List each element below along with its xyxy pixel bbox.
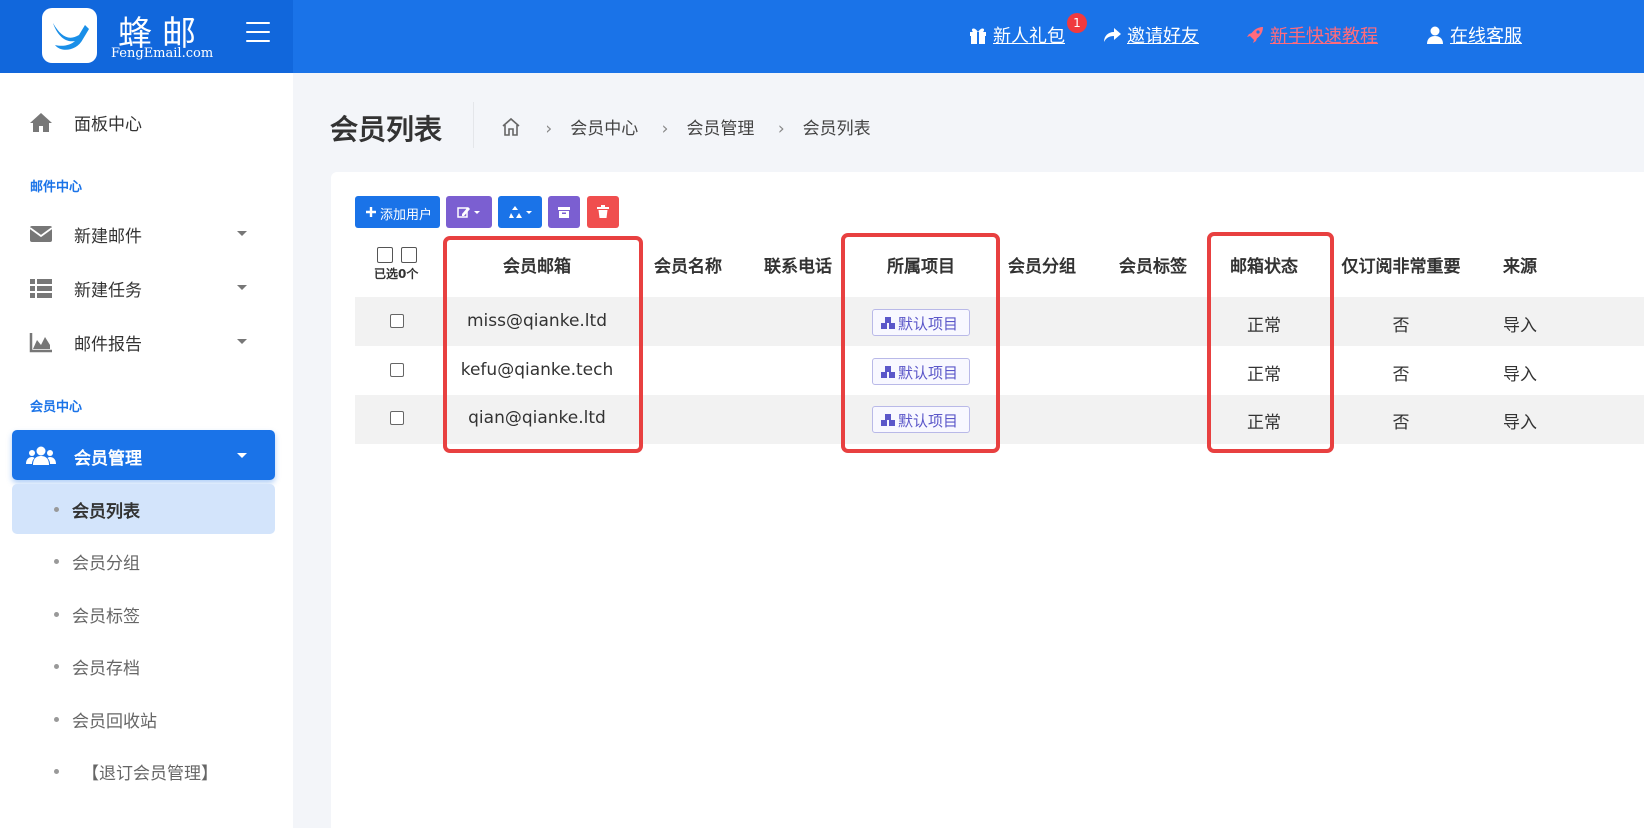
row-checkbox[interactable] <box>390 411 404 425</box>
share-icon <box>1104 28 1121 42</box>
sidebar-subitem-label: 会员标签 <box>72 607 140 627</box>
sidebar-subitem-member-group[interactable]: 会员分组 <box>12 536 275 586</box>
sidebar-subitem-label: 会员回收站 <box>72 712 157 732</box>
gift-icon <box>970 28 986 44</box>
breadcrumb-item[interactable]: 会员中心 <box>570 119 638 139</box>
breadcrumb: › 会员中心 › 会员管理 › 会员列表 <box>500 114 871 139</box>
chevron-right-icon: › <box>545 119 553 139</box>
users-icon <box>26 446 56 465</box>
gift-link[interactable]: 新人礼包 <box>968 22 1065 48</box>
sidebar-item-label: 面板中心 <box>74 115 142 135</box>
sidebar-subitem-member-tags[interactable]: 会员标签 <box>12 589 275 639</box>
select-page-checkbox[interactable] <box>401 247 417 263</box>
area-chart-icon <box>29 333 52 353</box>
recycle-icon <box>509 206 532 218</box>
chevron-right-icon: › <box>777 119 785 139</box>
sidebar-section-mail: 邮件中心 <box>30 180 83 195</box>
column-header-phone[interactable]: 联系电话 <box>753 252 843 277</box>
trash-icon <box>597 205 609 218</box>
selected-count: 已选0个 <box>374 267 419 281</box>
chevron-down-icon <box>237 231 247 236</box>
recycle-dropdown-button[interactable] <box>498 196 542 228</box>
row-important-only: 否 <box>1392 365 1410 385</box>
column-header-important-only[interactable]: 仅订阅非常重要 <box>1335 252 1467 277</box>
title-divider <box>473 102 474 148</box>
gift-badge: 1 <box>1067 13 1087 33</box>
row-important-only: 否 <box>1392 316 1410 336</box>
row-source: 导入 <box>1503 413 1537 433</box>
gift-label: 新人礼包 <box>993 26 1065 47</box>
sidebar-item-label: 新建邮件 <box>74 227 142 247</box>
plus-icon <box>366 207 376 217</box>
brand-subtitle: FengEmail.com <box>111 46 214 61</box>
row-checkbox[interactable] <box>390 314 404 328</box>
sidebar-item-new-mail[interactable]: 新建邮件 <box>12 208 275 258</box>
support-link[interactable]: 在线客服 <box>1425 22 1522 48</box>
column-header-source[interactable]: 来源 <box>1490 252 1550 277</box>
sidebar-item-label: 会员管理 <box>74 449 142 469</box>
tutorial-label: 新手快速教程 <box>1270 26 1378 47</box>
row-checkbox[interactable] <box>390 363 404 377</box>
highlight-email-column <box>443 236 643 453</box>
column-header-group[interactable]: 会员分组 <box>997 252 1087 277</box>
row-important-only: 否 <box>1392 413 1410 433</box>
chevron-down-icon <box>237 453 247 458</box>
sidebar-item-member-manage[interactable]: 会员管理 <box>12 430 275 480</box>
list-icon <box>30 279 52 298</box>
sidebar-item-label: 邮件报告 <box>74 335 142 355</box>
sidebar-subitem-label: 【退订会员管理】 <box>82 764 218 784</box>
edit-icon <box>457 207 480 218</box>
invite-link[interactable]: 邀请好友 <box>1102 22 1199 48</box>
breadcrumb-item: 会员列表 <box>802 119 871 139</box>
envelope-icon <box>29 226 53 242</box>
home-icon <box>30 113 52 132</box>
row-source: 导入 <box>1503 365 1537 385</box>
user-icon <box>1427 26 1443 44</box>
logo-icon[interactable] <box>42 8 97 63</box>
add-user-button[interactable]: 添加用户 <box>355 196 440 228</box>
sidebar-item-dashboard[interactable]: 面板中心 <box>12 96 275 146</box>
sidebar-section-member: 会员中心 <box>30 400 83 415</box>
chevron-down-icon <box>237 339 247 344</box>
chevron-down-icon <box>237 285 247 290</box>
sidebar-subitem-label: 会员列表 <box>72 502 140 522</box>
breadcrumb-item[interactable]: 会员管理 <box>686 119 754 139</box>
sidebar-subitem-label: 会员分组 <box>72 554 140 574</box>
archive-icon <box>558 207 570 218</box>
chevron-right-icon: › <box>661 119 669 139</box>
brand-area: 蜂邮 FengEmail.com <box>0 0 293 73</box>
rocket-icon <box>1247 27 1263 43</box>
tutorial-link[interactable]: 新手快速教程 <box>1245 22 1378 48</box>
column-header-name[interactable]: 会员名称 <box>643 252 733 277</box>
sidebar-subitem-member-archive[interactable]: 会员存档 <box>12 641 275 691</box>
support-label: 在线客服 <box>1450 26 1522 47</box>
add-user-label: 添加用户 <box>380 208 433 223</box>
sidebar-subitem-member-list[interactable]: 会员列表 <box>12 484 275 534</box>
delete-button[interactable] <box>587 196 619 228</box>
home-icon[interactable] <box>500 116 522 138</box>
sidebar-subitem-member-recycle[interactable]: 会员回收站 <box>12 694 275 744</box>
edit-dropdown-button[interactable] <box>446 196 492 228</box>
invite-label: 邀请好友 <box>1127 26 1199 47</box>
highlight-status-column <box>1207 232 1334 453</box>
archive-button[interactable] <box>548 196 580 228</box>
sidebar-subitem-unsubscribe[interactable]: 【退订会员管理】 <box>12 746 275 796</box>
sidebar-item-mail-report[interactable]: 邮件报告 <box>12 316 275 366</box>
sidebar-subitem-label: 会员存档 <box>72 659 140 679</box>
menu-toggle-icon[interactable] <box>246 22 270 44</box>
highlight-project-column <box>841 233 1000 453</box>
sidebar-item-label: 新建任务 <box>74 281 142 301</box>
select-all-checkbox[interactable] <box>377 247 393 263</box>
page-title: 会员列表 <box>330 113 443 146</box>
sidebar-item-new-task[interactable]: 新建任务 <box>12 262 275 312</box>
column-header-tags[interactable]: 会员标签 <box>1108 252 1198 277</box>
row-source: 导入 <box>1503 316 1537 336</box>
